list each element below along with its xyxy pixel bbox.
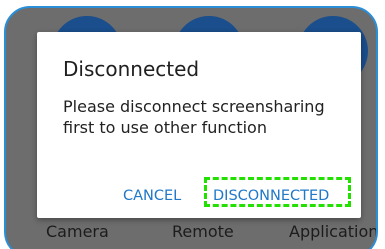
camera-label: Camera [46, 222, 109, 241]
dialog-title: Disconnected [63, 57, 200, 81]
dialog-message: Please disconnect screensharing first to… [63, 97, 325, 137]
application-label: Application [289, 222, 378, 241]
remote-label: Remote [172, 222, 234, 241]
disconnected-button[interactable]: DISCONNECTED [213, 188, 329, 204]
cancel-button[interactable]: CANCEL [123, 188, 181, 204]
disconnected-dialog: Disconnected Please disconnect screensha… [37, 32, 361, 218]
screen: Camera Remote Application Disconnected P… [0, 0, 385, 249]
